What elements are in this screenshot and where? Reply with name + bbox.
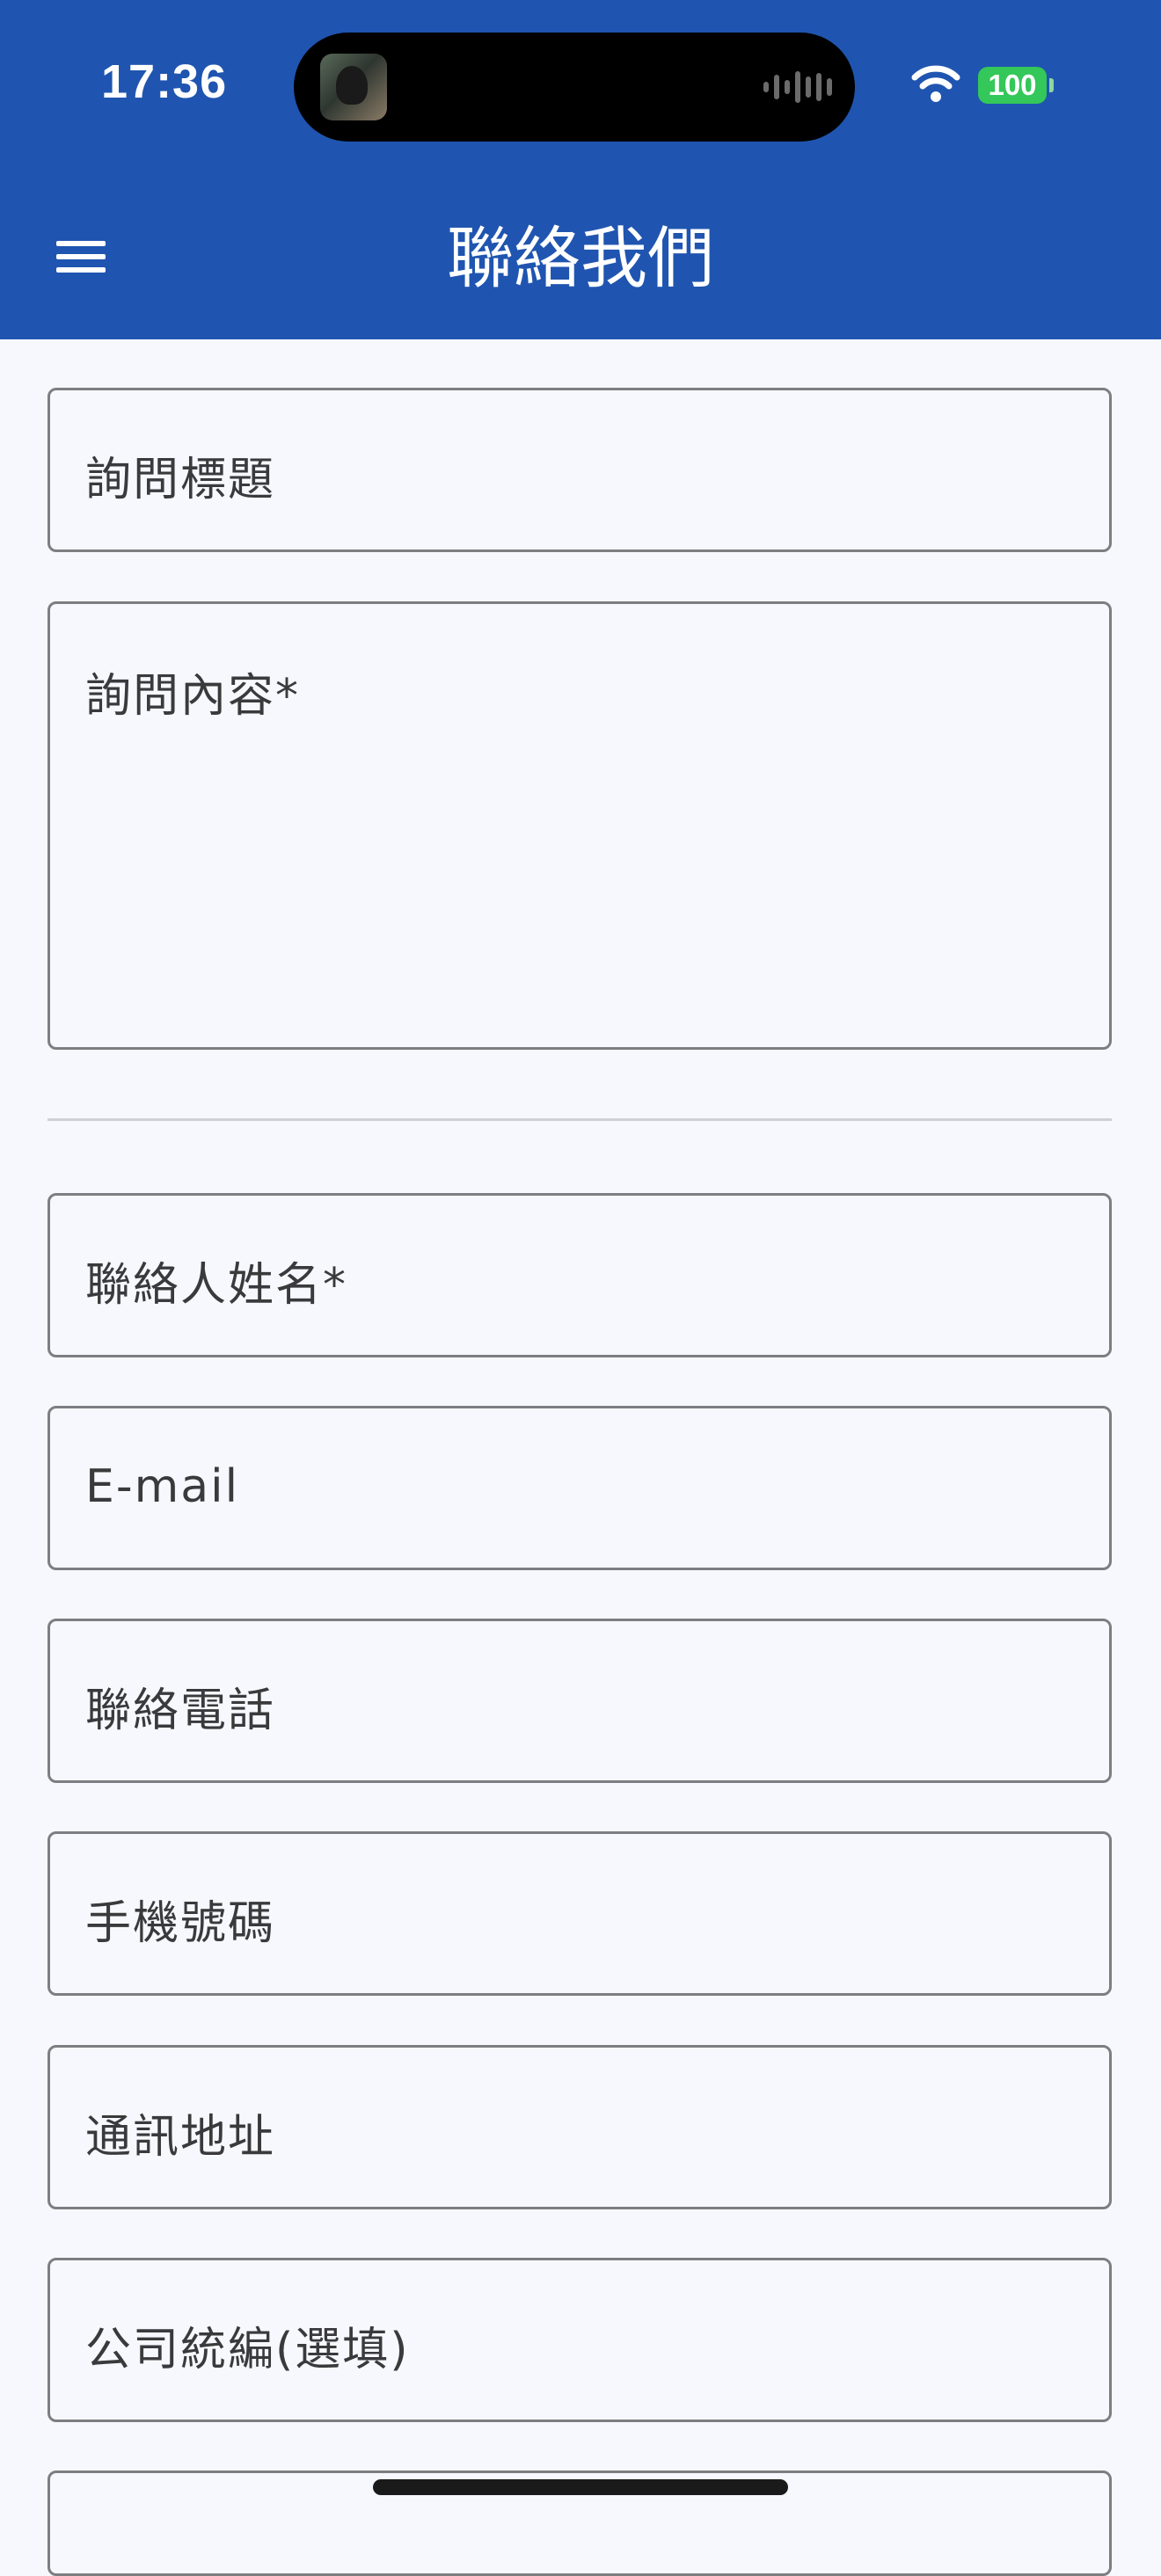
audio-waveform-icon [763,71,832,103]
company-tax-id-field[interactable]: 公司統編(選填) [47,2258,1112,2422]
inquiry-title-placeholder: 詢問標題 [85,454,276,506]
form-divider [47,1118,1112,1121]
inquiry-title-field[interactable]: 詢問標題 [47,388,1112,552]
inquiry-content-field[interactable]: 詢問內容* [47,601,1112,1050]
address-placeholder: 通訊地址 [85,2111,276,2164]
status-time: 17:36 [101,55,228,108]
mobile-field[interactable]: 手機號碼 [47,1831,1112,1996]
contact-name-field[interactable]: 聯絡人姓名* [47,1193,1112,1357]
email-field[interactable]: E-mail [47,1406,1112,1570]
wifi-icon [911,65,960,102]
email-placeholder: E-mail [85,1460,240,1513]
app-header: 17:36 100 聯絡我們 [0,0,1161,339]
contact-name-placeholder: 聯絡人姓名* [85,1259,348,1312]
address-field[interactable]: 通訊地址 [47,2045,1112,2209]
company-tax-id-placeholder: 公司統編(選填) [85,2324,410,2376]
inquiry-content-placeholder: 詢問內容* [85,670,301,723]
now-playing-thumbnail[interactable] [320,54,387,120]
home-indicator [373,2479,788,2495]
mobile-placeholder: 手機號碼 [85,1897,276,1950]
page-title: 聯絡我們 [447,219,714,297]
battery-indicator: 100 [978,67,1047,104]
phone-placeholder: 聯絡電話 [85,1685,276,1737]
battery-tip [1049,78,1054,92]
dynamic-island[interactable] [294,33,855,142]
phone-field[interactable]: 聯絡電話 [47,1619,1112,1783]
